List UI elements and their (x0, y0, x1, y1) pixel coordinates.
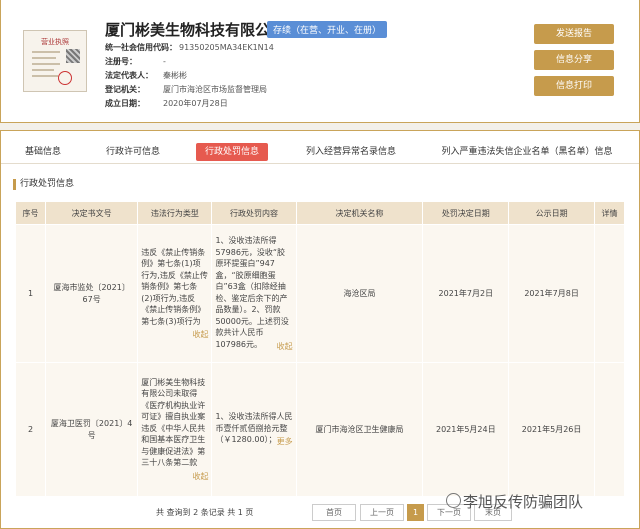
qr-code-icon (66, 49, 80, 63)
table-header-row: 序号 决定书文号 违法行为类型 行政处罚内容 决定机关名称 处罚决定日期 公示日… (15, 201, 626, 225)
company-name: 厦门彬美生物科技有限公司 (105, 21, 286, 39)
license-title: 营业执照 (41, 38, 69, 46)
first-page-button[interactable]: 首页 (312, 504, 356, 521)
pagination-summary: 共 查询到 2 条记录 共 1 页 (156, 508, 254, 517)
col-doc-number: 决定书文号 (44, 201, 139, 225)
company-header: 营业执照 厦门彬美生物科技有限公司 存续（在营、开业、在册） 统一社会信用代码：… (0, 0, 640, 123)
registration-authority-row: 登记机关： 厦门市海沧区市场监督管理局 (105, 85, 267, 94)
section-title: 行政处罚信息 (13, 179, 74, 190)
page-1-button[interactable]: 1 (407, 504, 424, 521)
credit-code-row: 统一社会信用代码： 91350205MA34EK1N14 (105, 43, 274, 52)
send-report-button[interactable]: 发送报告 (534, 24, 614, 44)
prev-page-button[interactable]: 上一页 (360, 504, 404, 521)
business-license-thumbnail[interactable]: 营业执照 (23, 30, 87, 92)
col-detail: 详情 (593, 201, 626, 225)
tab-bar: 基础信息 行政许可信息 行政处罚信息 列入经营异常名录信息 列入严重违法失信企业… (1, 141, 639, 164)
founding-date-row: 成立日期： 2020年07月28日 (105, 99, 228, 108)
share-info-button[interactable]: 信息分享 (534, 50, 614, 70)
more-link[interactable]: 更多 (277, 436, 293, 448)
status-badge: 存续（在营、开业、在册） (267, 21, 388, 38)
info-panel: 基础信息 行政许可信息 行政处罚信息 列入经营异常名录信息 列入严重违法失信企业… (0, 130, 640, 529)
reg-number-row: 注册号： - (105, 57, 166, 66)
tab-admin-license[interactable]: 行政许可信息 (98, 143, 168, 161)
collapse-link[interactable]: 收起 (192, 329, 208, 341)
table-row: 2 厦海卫医罚〔2021〕4号 厦门彬美生物科技有限公司未取得《医疗机构执业许可… (15, 362, 626, 497)
tab-basic-info[interactable]: 基础信息 (15, 143, 71, 161)
wechat-icon (446, 493, 461, 508)
watermark-text: 李旭反传防骗团队 (463, 493, 584, 511)
tab-admin-penalty[interactable]: 行政处罚信息 (196, 143, 268, 161)
col-authority: 决定机关名称 (295, 201, 424, 225)
print-info-button[interactable]: 信息打印 (534, 76, 614, 96)
collapse-link[interactable]: 收起 (277, 341, 293, 353)
col-publish-date: 公示日期 (508, 201, 595, 225)
col-decision-date: 处罚决定日期 (422, 201, 510, 225)
col-penalty-content: 行政处罚内容 (211, 201, 297, 225)
legal-rep-row: 法定代表人： 秦彬彬 (105, 71, 187, 80)
col-no: 序号 (15, 201, 46, 225)
tab-abnormal-operations[interactable]: 列入经营异常名录信息 (297, 143, 405, 161)
detail-cell[interactable] (593, 362, 626, 497)
collapse-link[interactable]: 收起 (192, 471, 208, 483)
detail-cell[interactable] (593, 224, 626, 363)
table-row: 1 厦海市监处〔2021〕67号 违反《禁止传销条例》第七条(1)项行为,违反《… (15, 224, 626, 363)
penalty-table: 序号 决定书文号 违法行为类型 行政处罚内容 决定机关名称 处罚决定日期 公示日… (15, 201, 626, 497)
seal-icon (58, 71, 72, 85)
tab-blacklist[interactable]: 列入严重违法失信企业名单（黑名单）信息 (434, 143, 620, 161)
col-violation-type: 违法行为类型 (137, 201, 213, 225)
